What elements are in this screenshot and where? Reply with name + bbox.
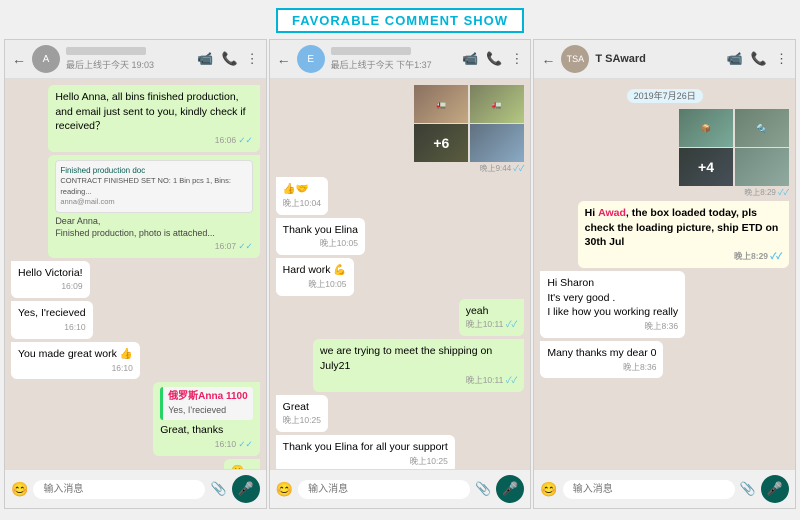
chat-panel-3: ← TSA T SAward 📹 📞 ⋮ 2019年7月26日 📦 🔩 [533, 39, 796, 509]
emoji-icon-2[interactable]: 😊 [276, 481, 293, 498]
truck-img-3: +6 [414, 124, 468, 162]
chats-container: ← A 最后上线于今天 19:03 📹 📞 ⋮ Hello Anna, all … [0, 39, 800, 509]
truck-img-4 [470, 124, 524, 162]
phone-icon-3[interactable]: 📞 [751, 51, 767, 67]
contact-status-2: 最后上线于今天 下午1:37 [331, 58, 456, 71]
messages-area-2: 🚛 🚛 +6 晚上9:44 ✓✓ 👍🤝 晚上10:04 Thank you El… [270, 79, 531, 469]
phone-icon-1[interactable]: 📞 [221, 51, 237, 67]
mic-button-3[interactable]: 🎤 [761, 475, 789, 503]
header-icons-2: 📹 📞 ⋮ [462, 51, 523, 67]
chat-header-2: ← E 最后上线于今天 下午1:37 📹 📞 ⋮ [270, 40, 531, 79]
back-icon-1[interactable]: ← [12, 51, 26, 67]
message-2-3: Hard work 💪 晚上10:05 [276, 258, 354, 296]
messages-area-1: Hello Anna, all bins finished production… [5, 79, 266, 469]
video-icon-3[interactable]: 📹 [727, 51, 743, 67]
emoji-icon-3[interactable]: 😊 [540, 481, 557, 498]
message-3-1: Hi Awad, the box loaded today, pls check… [578, 201, 789, 268]
chat-header-1: ← A 最后上线于今天 19:03 📹 📞 ⋮ [5, 40, 266, 79]
message-2-1: 👍🤝 晚上10:04 [276, 177, 328, 215]
chat-header-3: ← TSA T SAward 📹 📞 ⋮ [534, 40, 795, 79]
avatar-2: E [297, 45, 325, 73]
message-1-4: Yes, I'recieved 16:10 [11, 301, 93, 339]
truck-img-2: 🚛 [470, 85, 524, 123]
input-bar-2: 😊 📎 🎤 [270, 469, 531, 508]
image-grid-3: 📦 🔩 +4 晚上8:29 ✓✓ [679, 109, 789, 198]
quoted-msg-1: 俄罗斯Anna 1100 Yes, I'recieved [160, 387, 252, 420]
page-title: FAVORABLE COMMENT SHOW [276, 8, 524, 33]
video-icon-1[interactable]: 📹 [197, 51, 213, 67]
message-1-7: 😊 16:10 [224, 459, 259, 469]
image-grid-2: 🚛 🚛 +6 晚上9:44 ✓✓ [414, 85, 524, 174]
page-header: FAVORABLE COMMENT SHOW [0, 0, 800, 39]
message-input-2[interactable] [298, 480, 470, 499]
message-2-7: Thank you Elina for all your support 晚上1… [276, 435, 455, 469]
attach-icon-1[interactable]: 📎 [210, 481, 226, 497]
message-1-2: Finished production doc CONTRACT FINISHE… [48, 155, 259, 258]
back-icon-3[interactable]: ← [541, 51, 555, 67]
header-icons-3: 📹 📞 ⋮ [727, 51, 788, 67]
contact-name-2 [331, 47, 411, 55]
attach-icon-2[interactable]: 📎 [475, 481, 491, 497]
mic-button-2[interactable]: 🎤 [496, 475, 524, 503]
message-input-3[interactable] [563, 480, 735, 499]
message-2-5: we are trying to meet the shipping on Ju… [313, 339, 524, 391]
more-icon-3[interactable]: ⋮ [775, 51, 788, 67]
attach-icon-3[interactable]: 📎 [740, 481, 756, 497]
message-input-1[interactable] [33, 480, 205, 499]
date-divider-3: 2019年7月26日 [540, 89, 789, 102]
message-2-6: Great 晚上10:25 [276, 395, 328, 433]
message-1-5: You made great work 👍 16:10 [11, 342, 140, 380]
chat-panel-2: ← E 最后上线于今天 下午1:37 📹 📞 ⋮ 🚛 🚛 +6 [269, 39, 532, 509]
back-icon-2[interactable]: ← [277, 51, 291, 67]
header-icons-1: 📹 📞 ⋮ [197, 51, 258, 67]
input-bar-3: 😊 📎 🎤 [534, 469, 795, 508]
input-bar-1: 😊 📎 🎤 [5, 469, 266, 508]
message-1-3: Hello Victoria! 16:09 [11, 261, 90, 299]
message-3-2: Hi SharonIt's very good .I like how you … [540, 271, 685, 338]
message-3-3: Many thanks my dear 0 晚上8:36 [540, 341, 663, 379]
avatar-3: TSA [561, 45, 589, 73]
doc-attachment: Finished production doc CONTRACT FINISHE… [55, 160, 252, 213]
more-icon-2[interactable]: ⋮ [510, 51, 523, 67]
video-icon-2[interactable]: 📹 [462, 51, 478, 67]
emoji-icon-1[interactable]: 😊 [11, 481, 28, 498]
more-icon-1[interactable]: ⋮ [246, 51, 259, 67]
message-2-2: Thank you Elina 晚上10:05 [276, 218, 365, 256]
phone-icon-2[interactable]: 📞 [486, 51, 502, 67]
message-2-4: yeah 晚上10:11 ✓✓ [459, 299, 525, 337]
contact-status-1: 最后上线于今天 19:03 [66, 58, 191, 71]
messages-area-3: 2019年7月26日 📦 🔩 +4 晚上8:29 ✓✓ Hi Awad, the… [534, 79, 795, 469]
message-1-6: 俄罗斯Anna 1100 Yes, I'recieved Great, than… [153, 382, 259, 455]
truck-img-1: 🚛 [414, 85, 468, 123]
message-1-1: Hello Anna, all bins finished production… [48, 85, 259, 152]
chat-panel-1: ← A 最后上线于今天 19:03 📹 📞 ⋮ Hello Anna, all … [4, 39, 267, 509]
avatar-1: A [32, 45, 60, 73]
mic-button-1[interactable]: 🎤 [232, 475, 260, 503]
contact-name-1 [66, 47, 146, 55]
contact-name-3: T SAward [595, 53, 720, 65]
